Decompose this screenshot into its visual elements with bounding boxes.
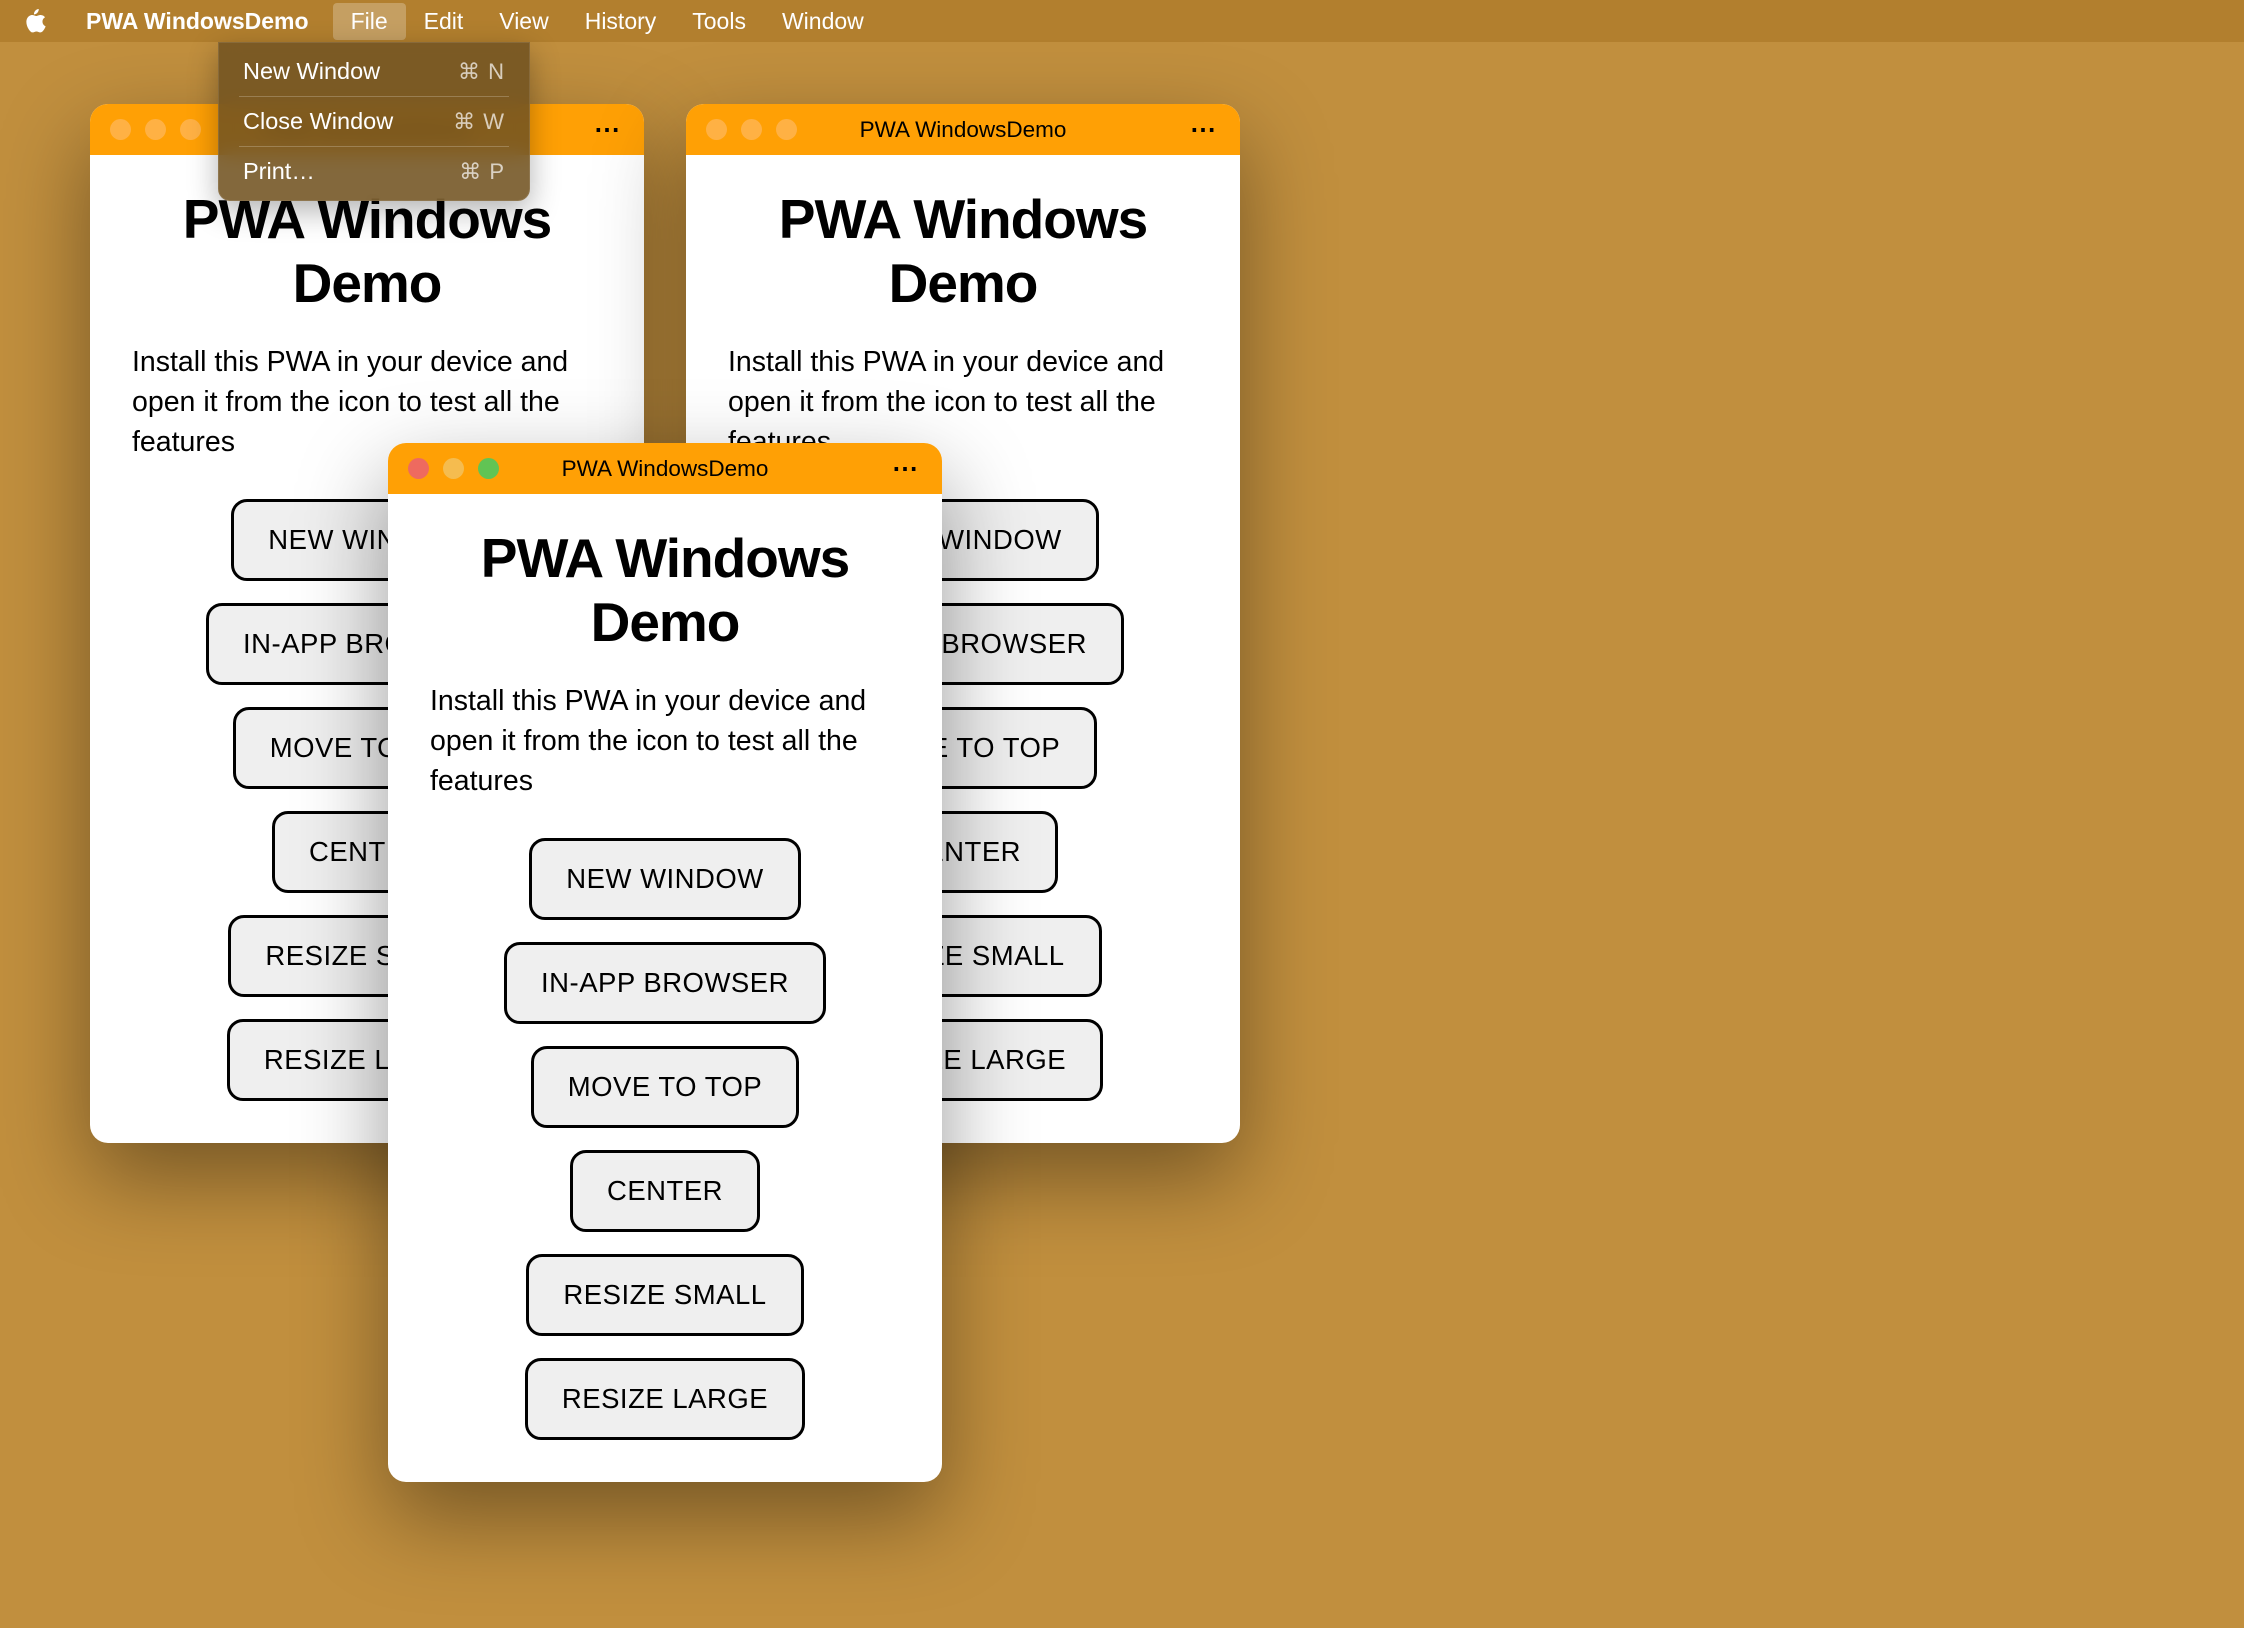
close-icon[interactable] — [408, 458, 429, 479]
menubar-window[interactable]: Window — [764, 3, 882, 40]
menubar-history[interactable]: History — [567, 3, 675, 40]
dropdown-close-window[interactable]: Close Window ⌘ W — [219, 102, 529, 141]
more-icon[interactable]: ⋯ — [592, 114, 624, 145]
zoom-icon[interactable] — [478, 458, 499, 479]
minimize-icon[interactable] — [443, 458, 464, 479]
button-grid: NEW WINDOW IN-APP BROWSER MOVE TO TOP CE… — [430, 838, 900, 1440]
more-icon[interactable]: ⋯ — [1188, 114, 1220, 145]
title-bar[interactable]: PWA WindowsDemo ⋯ — [388, 443, 942, 494]
page-title: PWA Windows Demo — [728, 187, 1198, 315]
traffic-lights — [706, 119, 797, 140]
dropdown-item-shortcut: ⌘ W — [453, 109, 505, 135]
dropdown-print[interactable]: Print… ⌘ P — [219, 152, 529, 191]
traffic-lights — [408, 458, 499, 479]
dropdown-separator — [239, 146, 509, 147]
app-window-3[interactable]: PWA WindowsDemo ⋯ PWA Windows Demo Insta… — [388, 443, 942, 1482]
apple-logo-icon[interactable] — [24, 9, 48, 33]
dropdown-item-label: Close Window — [243, 108, 393, 135]
resize-large-button[interactable]: RESIZE LARGE — [525, 1358, 805, 1440]
dropdown-item-label: New Window — [243, 58, 380, 85]
close-icon[interactable] — [110, 119, 131, 140]
minimize-icon[interactable] — [741, 119, 762, 140]
resize-small-button[interactable]: RESIZE SMALL — [526, 1254, 803, 1336]
menubar: PWA WindowsDemo File Edit View History T… — [0, 0, 2244, 42]
menubar-view[interactable]: View — [481, 3, 566, 40]
center-button[interactable]: CENTER — [570, 1150, 760, 1232]
page-title: PWA Windows Demo — [430, 526, 900, 654]
page-title: PWA Windows Demo — [132, 187, 602, 315]
page-description: Install this PWA in your device and open… — [430, 682, 900, 802]
menubar-edit[interactable]: Edit — [406, 3, 482, 40]
in-app-browser-button[interactable]: IN-APP BROWSER — [504, 942, 826, 1024]
dropdown-item-label: Print… — [243, 158, 315, 185]
dropdown-new-window[interactable]: New Window ⌘ N — [219, 52, 529, 91]
close-icon[interactable] — [706, 119, 727, 140]
more-icon[interactable]: ⋯ — [890, 453, 922, 484]
traffic-lights — [110, 119, 201, 140]
title-bar[interactable]: PWA WindowsDemo ⋯ — [686, 104, 1240, 155]
window-content: PWA Windows Demo Install this PWA in you… — [388, 494, 942, 1482]
zoom-icon[interactable] — [180, 119, 201, 140]
dropdown-item-shortcut: ⌘ P — [459, 159, 505, 185]
new-window-button[interactable]: NEW WINDOW — [529, 838, 800, 920]
menubar-tools[interactable]: Tools — [674, 3, 764, 40]
menubar-app-name[interactable]: PWA WindowsDemo — [72, 3, 323, 40]
file-dropdown-menu: New Window ⌘ N Close Window ⌘ W Print… ⌘… — [218, 42, 530, 201]
dropdown-separator — [239, 96, 509, 97]
zoom-icon[interactable] — [776, 119, 797, 140]
dropdown-item-shortcut: ⌘ N — [458, 59, 505, 85]
move-to-top-button[interactable]: MOVE TO TOP — [531, 1046, 800, 1128]
minimize-icon[interactable] — [145, 119, 166, 140]
menubar-file[interactable]: File — [333, 3, 406, 40]
